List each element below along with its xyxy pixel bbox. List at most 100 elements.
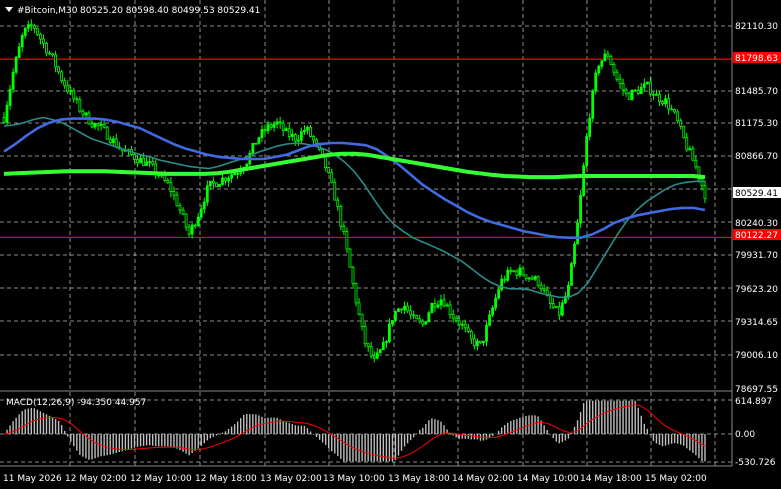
candle-body: [527, 277, 531, 280]
candle-body: [45, 42, 48, 54]
candle-body: [306, 126, 309, 131]
candle-body: [330, 172, 334, 183]
candle-body: [418, 318, 422, 322]
candle-body: [491, 307, 494, 316]
symbol-title: #Bitcoin,M30: [17, 6, 78, 16]
candle-body: [51, 53, 54, 56]
candle-body: [190, 224, 194, 235]
time-label: 13 May 18:00: [388, 474, 450, 484]
candle-body: [111, 138, 115, 143]
candle-body: [14, 57, 18, 73]
candle-body: [639, 86, 643, 94]
candle-body: [251, 143, 255, 154]
candle-body: [8, 88, 12, 106]
candle-body: [205, 185, 209, 203]
candle-body: [688, 148, 692, 151]
candle-body: [208, 180, 212, 187]
candle-body: [351, 266, 355, 285]
candle-body: [260, 129, 264, 139]
candle-body: [445, 304, 449, 307]
candle-body: [263, 129, 267, 132]
candle-body: [570, 263, 573, 286]
candle-body: [114, 138, 118, 148]
candle-body: [23, 27, 27, 36]
candle-body: [333, 181, 337, 201]
candle-body: [503, 278, 507, 281]
candle-body: [75, 98, 79, 101]
candle-body: [576, 222, 579, 245]
candle-body: [151, 161, 155, 165]
candle-body: [69, 90, 73, 92]
candle-body: [573, 243, 576, 265]
candle-body: [196, 216, 200, 226]
candle-body: [433, 303, 437, 308]
candle-body: [591, 90, 595, 119]
candle-body: [2, 117, 6, 123]
time-label: 13 May 10:00: [323, 474, 385, 484]
candle-body: [327, 167, 331, 174]
candle-body: [193, 224, 197, 227]
candle-body: [394, 311, 397, 321]
candle-body: [11, 71, 15, 90]
candle-body: [293, 134, 297, 142]
candle-body: [427, 312, 431, 323]
candle-body: [703, 185, 707, 200]
time-label: 14 May 10:00: [517, 474, 579, 484]
candle-body: [597, 65, 601, 74]
candle-body: [448, 304, 452, 315]
chart-canvas[interactable]: #Bitcoin,M30 80525.20 80598.40 80499.53 …: [0, 0, 781, 489]
candle-body: [648, 81, 652, 95]
candle-body: [594, 72, 598, 92]
candle-body: [691, 148, 695, 161]
candle-body: [136, 159, 139, 164]
candle-body: [354, 283, 358, 304]
candle-body: [658, 93, 661, 103]
time-label: 15 May 02:00: [645, 474, 707, 484]
candle-body: [90, 123, 94, 128]
candle-body: [548, 295, 552, 304]
candle-body: [72, 90, 76, 100]
candle-body: [287, 128, 291, 137]
candle-body: [530, 277, 534, 280]
candle-body: [29, 24, 33, 27]
candle-body: [466, 327, 470, 332]
candle-body: [54, 54, 57, 68]
candle-body: [269, 124, 273, 128]
candle-body: [454, 317, 458, 322]
candle-body: [266, 124, 270, 132]
candle-body: [366, 343, 370, 347]
candle-body: [472, 338, 476, 347]
candle-body: [233, 172, 237, 176]
candle-body: [618, 78, 622, 84]
candle-body: [32, 25, 36, 29]
price-tick: 80240.30: [735, 219, 778, 229]
candle-body: [278, 121, 282, 124]
time-label: 12 May 18:00: [195, 474, 257, 484]
candle-body: [603, 53, 607, 62]
candle-body: [108, 138, 112, 143]
macd-tick: 0.00: [735, 430, 755, 440]
candle-body: [66, 85, 70, 92]
candle-body: [521, 267, 525, 276]
price-tick: 80866.70: [735, 152, 778, 162]
candle-body: [184, 213, 188, 228]
candle-body: [630, 89, 634, 100]
candle-body: [224, 177, 227, 182]
candle-body: [363, 326, 367, 345]
candle-body: [542, 288, 546, 291]
candle-body: [500, 278, 504, 291]
price-tick: 81485.70: [735, 87, 778, 97]
candle-body: [166, 179, 170, 184]
candle-body: [645, 81, 649, 85]
candle-body: [272, 123, 276, 128]
time-label: 13 May 02:00: [260, 474, 322, 484]
candle-body: [494, 297, 498, 309]
candle-body: [421, 320, 425, 325]
candle-body: [96, 123, 100, 126]
candle-body: [397, 308, 400, 312]
candle-body: [412, 314, 416, 317]
candle-body: [360, 313, 364, 327]
candle-body: [585, 136, 589, 167]
candle-body: [257, 137, 261, 144]
candle-body: [673, 109, 677, 113]
